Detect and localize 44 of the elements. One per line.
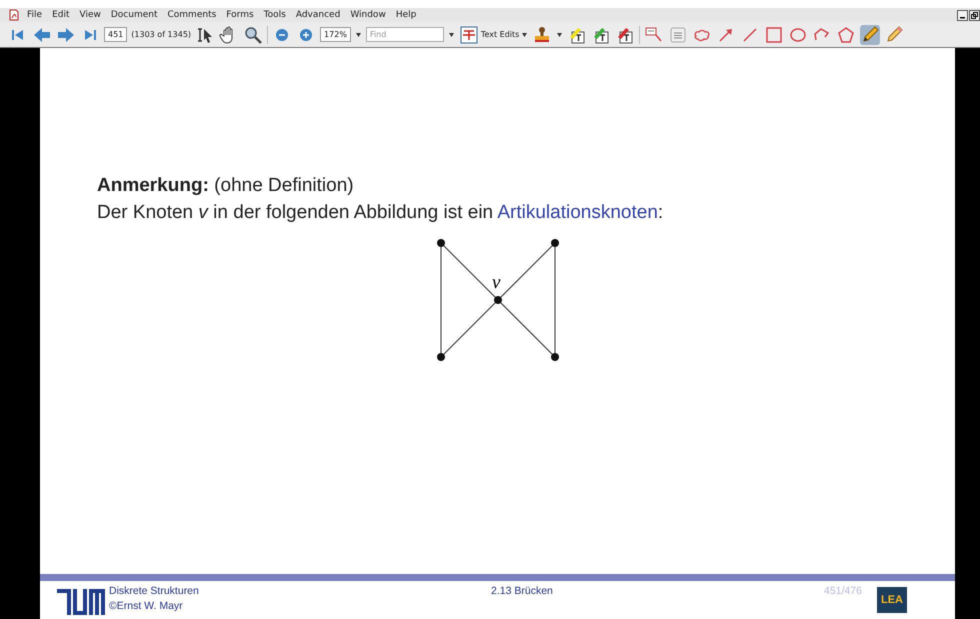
page-number-field[interactable]: 451 [104, 27, 128, 42]
lea-logo: LEA [876, 587, 907, 613]
menu-item[interactable]: File [22, 8, 48, 22]
menu-item[interactable]: Window [345, 8, 391, 22]
menu-item[interactable]: Tools [258, 8, 291, 22]
minimize-icon[interactable] [957, 10, 968, 20]
menu-item[interactable]: Help [390, 8, 422, 22]
menu-item[interactable]: Document [106, 8, 162, 22]
page-count: (1303 of 1345) [131, 30, 192, 39]
pencil-icon[interactable] [860, 24, 880, 44]
course-title: Diskrete Strukturen [109, 584, 200, 599]
pentagon-icon[interactable] [836, 24, 856, 44]
callout-icon[interactable] [644, 24, 664, 44]
zoom-field[interactable]: 172% [320, 27, 351, 42]
remark-heading: Anmerkung: (ohne Definition) [97, 174, 355, 198]
graph-node [494, 296, 502, 304]
find-field[interactable]: Find [366, 27, 444, 42]
link[interactable]: Artikulationsknoten [497, 202, 658, 223]
graph-node [437, 239, 445, 247]
menu-item[interactable]: Edit [47, 8, 74, 22]
author-name: ©Ernst W. Mayr [109, 599, 184, 614]
caret-icon[interactable] [448, 32, 455, 38]
caret-icon [521, 32, 528, 38]
restore-icon[interactable] [969, 10, 980, 20]
graph-node [551, 353, 559, 361]
text-edits-button[interactable]: Text Edits [458, 24, 528, 44]
section-title: 2.13 Brücken [491, 584, 554, 599]
page-number: 451/476 [824, 584, 862, 599]
graph-node [551, 239, 559, 247]
pdf-file-icon [8, 9, 20, 21]
menu-item[interactable]: View [74, 8, 106, 22]
tum-logo-icon [57, 589, 105, 615]
sentence: Der Knoten v in der folgenden Abbildung ist ein Artikulationsknoten: [97, 201, 664, 225]
menu-item[interactable]: Comments [162, 8, 222, 22]
vertex-label: v [492, 272, 500, 293]
magnifier-icon[interactable] [243, 24, 264, 44]
text-edit-icon [458, 24, 479, 44]
note-icon[interactable] [668, 24, 688, 44]
graph-node [437, 353, 445, 361]
caret-icon[interactable] [354, 32, 362, 38]
menu-item[interactable]: Forms [221, 8, 259, 22]
menu-item[interactable]: Advanced [290, 8, 346, 22]
rectangle-icon[interactable] [764, 24, 784, 44]
caret-icon[interactable] [556, 32, 564, 38]
